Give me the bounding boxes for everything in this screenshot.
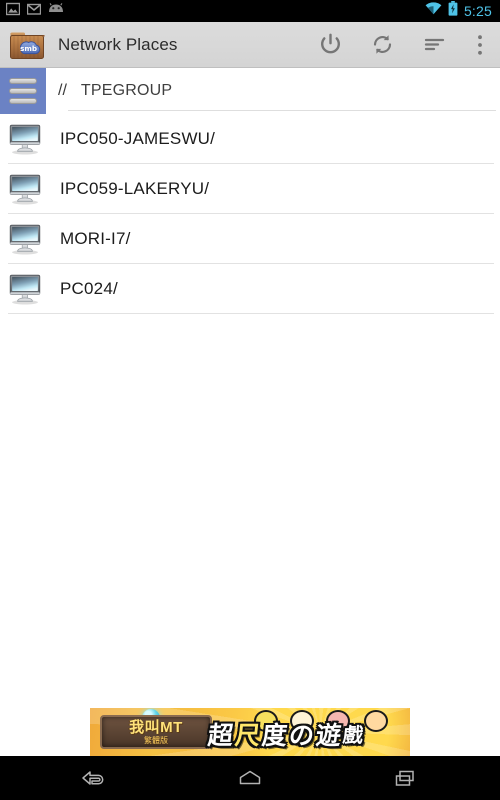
ad-headline: 超 尺 度 の 遊 戲 [206,716,408,754]
wifi-icon [425,2,442,20]
computer-monitor-icon [8,122,44,156]
battery-charging-icon [448,1,458,21]
list-item-label: PC024/ [60,279,118,298]
ad-headline-char: 超 [206,720,235,750]
android-screen: 5:25 smb Network Places // TPEGROUP IPC0… [0,0,500,800]
refresh-icon[interactable] [356,22,408,68]
hamburger-bar [9,88,37,94]
status-bar: 5:25 [0,0,500,22]
ad-banner[interactable]: 我叫MT 繁體版 超 尺 度 の 遊 戲 [90,708,410,756]
gmail-icon [26,2,42,21]
breadcrumb: // TPEGROUP [0,68,500,114]
power-icon[interactable] [304,22,356,68]
photo-icon [5,2,21,21]
computer-monitor-icon [8,172,44,206]
ad-brand-subtitle: 繁體版 [144,735,168,745]
hamburger-bar [9,98,37,104]
action-bar-buttons [304,22,500,68]
sort-icon[interactable] [408,22,460,68]
navigation-bar [0,756,500,800]
page-title: Network Places [58,34,178,54]
ad-banner-container: 我叫MT 繁體版 超 尺 度 の 遊 戲 [0,708,500,756]
breadcrumb-underline [68,110,496,111]
breadcrumb-separator: // [58,82,67,99]
list-item-label: IPC059-LAKERYU/ [60,179,210,198]
breadcrumb-path[interactable]: // TPEGROUP [46,68,500,114]
ad-headline-char: の [287,720,316,750]
home-button[interactable] [222,756,278,800]
computer-monitor-icon [8,272,44,306]
list-item-label: IPC050-JAMESWU/ [60,129,216,148]
recents-button[interactable] [378,756,434,800]
breadcrumb-workgroup[interactable]: TPEGROUP [81,82,172,100]
ad-brand-plaque: 我叫MT 繁體版 [100,715,212,749]
status-bar-system-icons: 5:25 [425,1,494,21]
android-face-icon [48,2,64,20]
ad-headline-char: 度 [260,720,289,750]
svg-text:smb: smb [20,44,37,53]
ad-headline-char: 戲 [341,723,365,747]
ad-headline-char: 尺 [233,720,262,750]
list-item-label: MORI-I7/ [60,229,131,248]
status-bar-clock: 5:25 [463,3,492,19]
ad-brand-title: 我叫MT [129,718,183,736]
hamburger-bar [9,78,37,84]
list-item[interactable]: MORI-I7/ [0,214,500,264]
list-item[interactable]: PC024/ [0,264,500,314]
list-item[interactable]: IPC059-LAKERYU/ [0,164,500,214]
hamburger-list-icon[interactable] [0,68,46,114]
list-item[interactable]: IPC050-JAMESWU/ [0,114,500,164]
ad-headline-char: 遊 [314,720,343,750]
action-bar: smb Network Places [0,22,500,68]
back-button[interactable] [66,756,122,800]
computer-monitor-icon [8,222,44,256]
smb-folder-icon[interactable]: smb [9,28,45,61]
status-bar-notifications [5,2,64,21]
network-host-list: IPC050-JAMESWU/ IPC059-LAKERYU/ MORI-I7/… [0,114,500,314]
overflow-menu-icon[interactable] [460,22,500,68]
